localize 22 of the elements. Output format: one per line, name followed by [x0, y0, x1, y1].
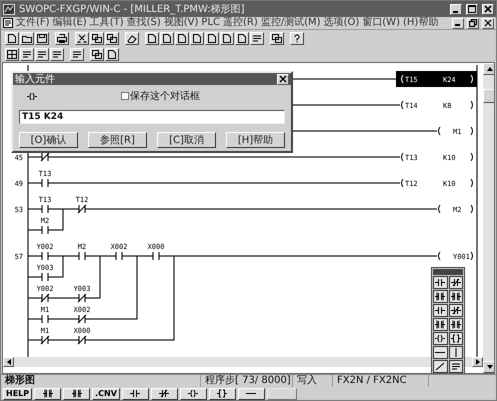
- function-key-button[interactable]: .CNV: [92, 388, 120, 400]
- dialog-button[interactable]: 参照[R]: [88, 132, 147, 148]
- write-mode-label: 写入: [293, 375, 333, 387]
- dialog-button[interactable]: [C]取消: [157, 132, 216, 148]
- menu-item[interactable]: 视图(V): [164, 17, 198, 29]
- element-input-field[interactable]: T15 K24: [19, 110, 285, 124]
- menu-item[interactable]: (H)帮助: [402, 17, 438, 29]
- menu-item[interactable]: PLC: [201, 17, 220, 29]
- dialog-button[interactable]: [H]帮助: [226, 132, 285, 148]
- plc-model-label: FX2N / FX2NC: [333, 375, 429, 387]
- view-mode-label: 梯形图: [1, 375, 201, 387]
- menu-item[interactable]: 查找(S): [126, 17, 161, 29]
- window-title: SWOPC-FXGP/WIN-C - [MILLER_T.PMW:梯形图]: [19, 2, 246, 16]
- menu-item[interactable]: 工具(T): [90, 17, 124, 29]
- function-key-button[interactable]: HELP: [3, 388, 32, 400]
- menu-item[interactable]: 编辑(E): [52, 17, 87, 29]
- checkbox-label: 保存这个对话框: [130, 90, 200, 104]
- dialog-title: 输入元件: [15, 74, 55, 84]
- menu-item[interactable]: 监控/测试(M): [260, 17, 321, 29]
- menu-item[interactable]: 选项(O): [324, 17, 360, 29]
- program-step-counter: 程序步[ 73/ 8000]: [201, 375, 293, 387]
- dialog-button[interactable]: [O]确认: [19, 132, 78, 148]
